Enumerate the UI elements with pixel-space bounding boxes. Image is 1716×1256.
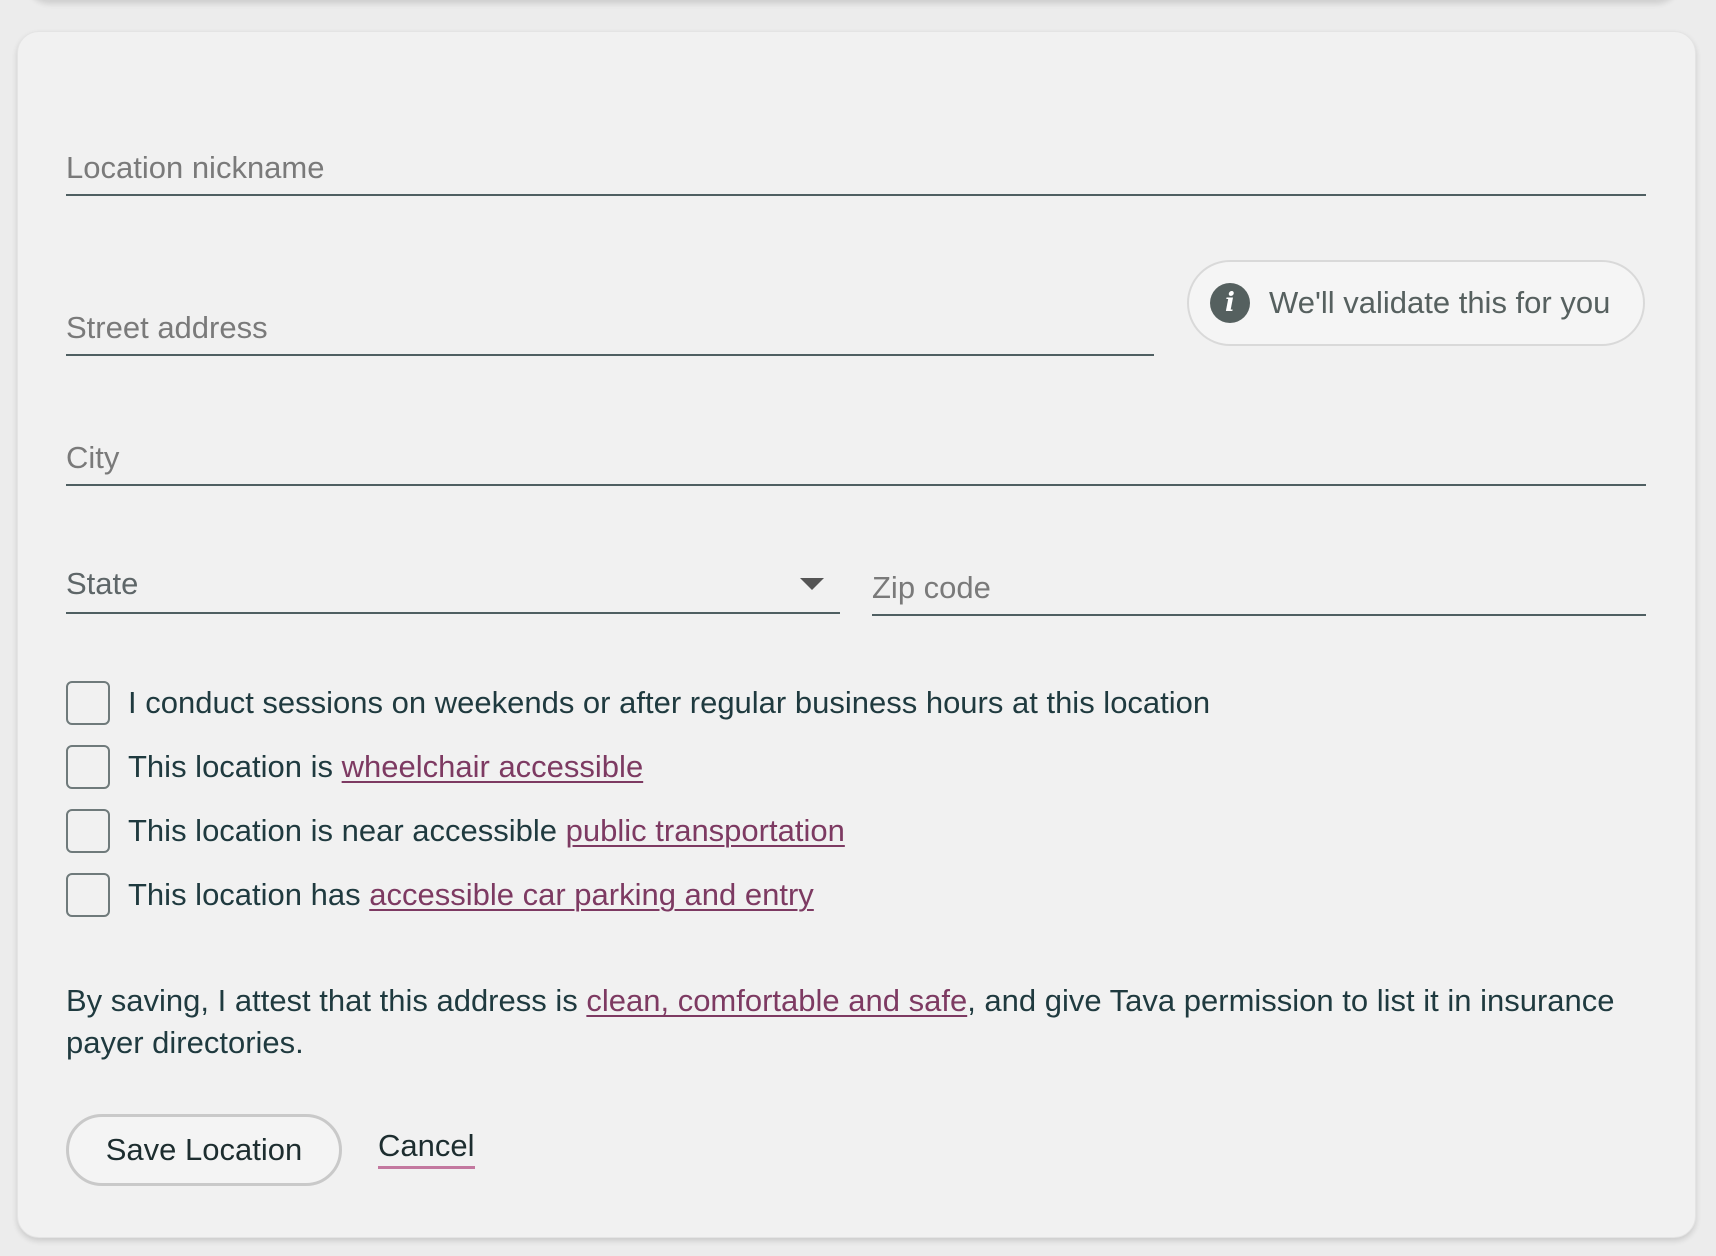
checkbox-row-wheelchair[interactable]: This location is wheelchair accessible: [66, 743, 643, 791]
after-hours-label: I conduct sessions on weekends or after …: [128, 685, 1210, 721]
caret-down-icon[interactable]: [800, 578, 824, 590]
transport-label: This location is near accessible public …: [128, 813, 845, 849]
info-icon: i: [1210, 283, 1250, 323]
location-nickname-input[interactable]: [66, 150, 1646, 186]
zip-code-input[interactable]: [872, 570, 1646, 606]
street-validation-hint-text: We'll validate this for you: [1269, 285, 1611, 320]
clean-comfortable-safe-link[interactable]: clean, comfortable and safe: [586, 983, 967, 1018]
checkbox-row-transport[interactable]: This location is near accessible public …: [66, 807, 845, 855]
public-transportation-link[interactable]: public transportation: [566, 813, 845, 848]
after-hours-label-text: I conduct sessions on weekends or after …: [128, 685, 1211, 720]
attestation-text: By saving, I attest that this address is…: [66, 980, 1656, 1064]
wheelchair-label-text: This location is: [128, 749, 342, 784]
after-hours-checkbox[interactable]: [66, 681, 110, 725]
city-input[interactable]: [66, 440, 1646, 476]
transport-label-text: This location is near accessible: [128, 813, 566, 848]
street-address-input[interactable]: [66, 310, 1154, 346]
city-field[interactable]: [66, 440, 1646, 486]
checkbox-row-after-hours[interactable]: I conduct sessions on weekends or after …: [66, 679, 1210, 727]
street-validation-hint: i We'll validate this for you: [1187, 260, 1645, 346]
parking-label: This location has accessible car parking…: [128, 877, 814, 913]
location-nickname-field[interactable]: [66, 150, 1646, 196]
parking-label-text: This location has: [128, 877, 370, 912]
cancel-link[interactable]: Cancel: [378, 1128, 475, 1169]
transport-checkbox[interactable]: [66, 809, 110, 853]
wheelchair-checkbox[interactable]: [66, 745, 110, 789]
save-location-button[interactable]: Save Location: [66, 1114, 342, 1186]
checkbox-row-parking[interactable]: This location has accessible car parking…: [66, 871, 814, 919]
parking-checkbox[interactable]: [66, 873, 110, 917]
accessible-parking-link[interactable]: accessible car parking and entry: [369, 877, 814, 912]
state-select-label: State: [66, 566, 139, 601]
zip-code-field[interactable]: [872, 570, 1646, 616]
attestation-prefix: By saving, I attest that this address is: [66, 983, 587, 1018]
state-select[interactable]: State: [66, 566, 840, 614]
wheelchair-accessible-link[interactable]: wheelchair accessible: [342, 749, 644, 784]
street-address-field[interactable]: [66, 310, 1154, 356]
wheelchair-label: This location is wheelchair accessible: [128, 749, 643, 785]
